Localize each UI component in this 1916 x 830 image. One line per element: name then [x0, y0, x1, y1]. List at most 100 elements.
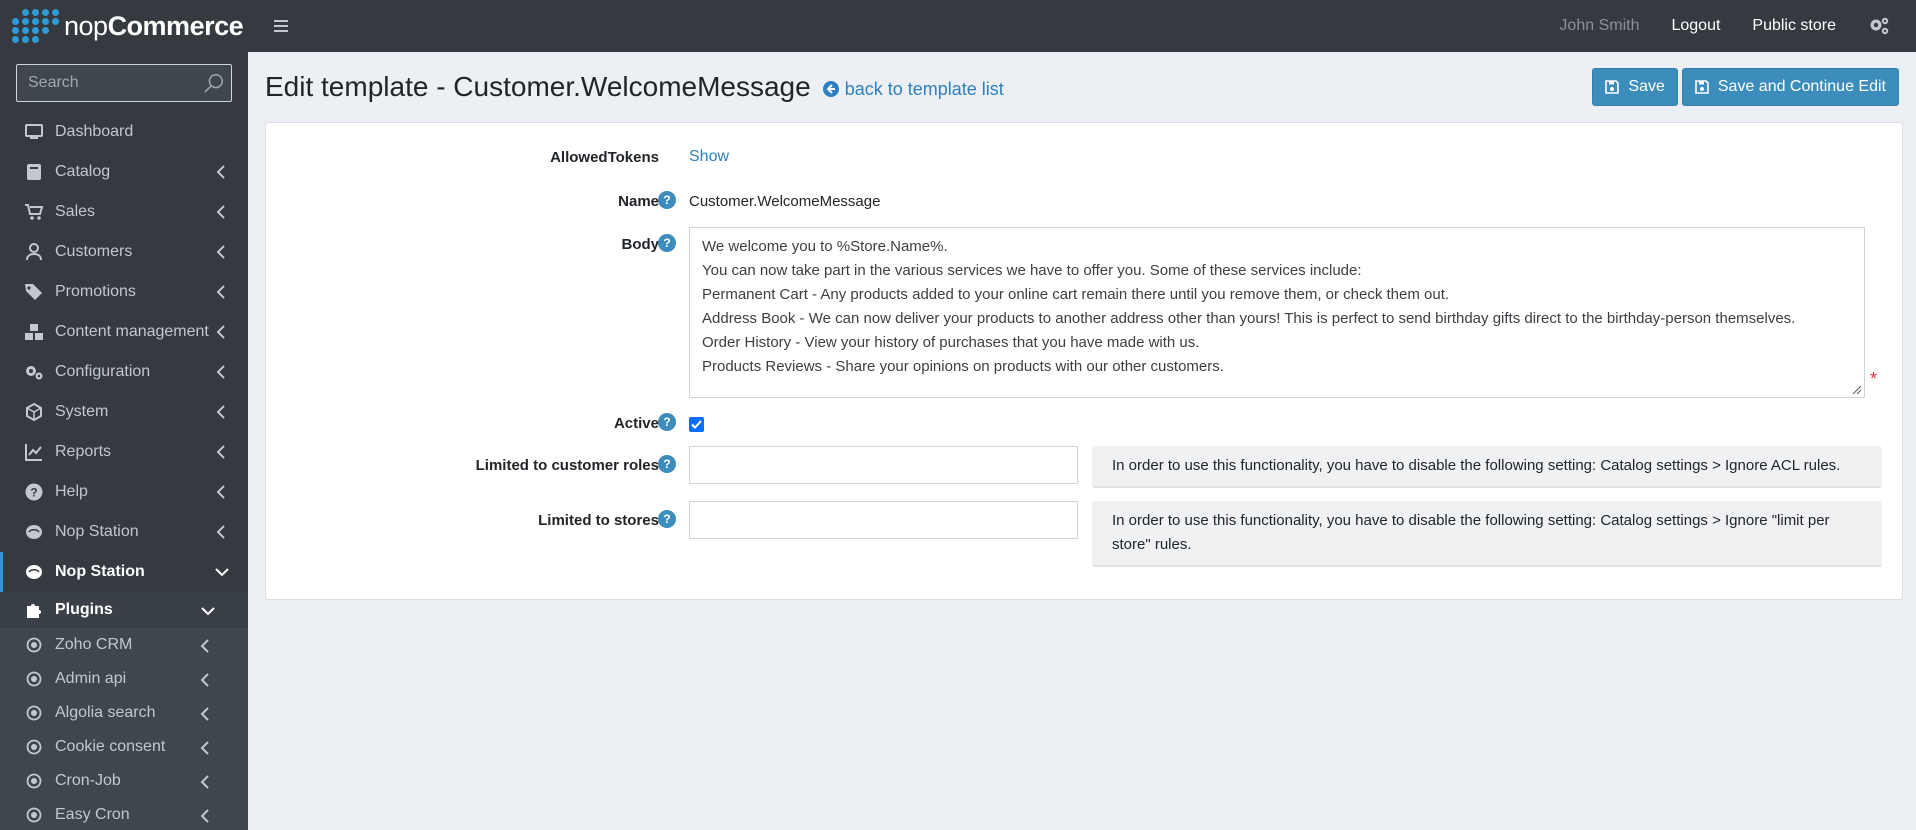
sidebar-item-promotions[interactable]: Promotions [0, 272, 248, 312]
sidebar-item-catalog[interactable]: Catalog [0, 152, 248, 192]
sidebar-item-algolia-search[interactable]: Algolia search [0, 696, 248, 730]
nopstation-icon [24, 522, 44, 542]
sidebar-item-easy-cron[interactable]: Easy Cron [0, 798, 248, 830]
sidebar-item-label: Algolia search [55, 704, 156, 721]
body-textarea[interactable]: We welcome you to %Store.Name%. You can … [689, 227, 1865, 398]
body-line: Order History - View your history of pur… [702, 334, 1200, 351]
radio-circle-icon [24, 669, 44, 689]
help-question-icon[interactable]: ? [658, 413, 676, 431]
required-asterisk: * [1870, 369, 1878, 389]
sidebar-item-admin-api[interactable]: Admin api [0, 662, 248, 696]
search-input[interactable] [17, 74, 197, 92]
sidebar-item-content-management[interactable]: Content management [0, 312, 248, 352]
sidebar-item-sales[interactable]: Sales [0, 192, 248, 232]
sidebar-item-label: System [55, 403, 109, 420]
sidebar-item-help[interactable]: ? Help [0, 472, 248, 512]
save-button[interactable]: Save [1592, 68, 1678, 106]
checkmark-icon [691, 420, 702, 429]
name-label: Name [618, 193, 659, 210]
sidebar-item-nop-station[interactable]: Nop Station [0, 512, 248, 552]
brand-name: nopCommerce [64, 10, 244, 41]
search-icon[interactable] [203, 72, 225, 94]
public-store-link[interactable]: Public store [1752, 17, 1836, 35]
chevron-left-icon [216, 325, 225, 339]
save-continue-button-label: Save and Continue Edit [1717, 78, 1886, 95]
name-value: Customer.WelcomeMessage [689, 193, 881, 210]
cube-icon [24, 402, 44, 422]
stores-select[interactable] [689, 501, 1078, 539]
sidebar-item-cookie-consent[interactable]: Cookie consent [0, 730, 248, 764]
body-line: You can now take part in the various ser… [702, 262, 1362, 279]
current-user-name: John Smith [1559, 17, 1640, 34]
tags-icon [24, 282, 44, 302]
sidebar-item-label: Content management [55, 323, 209, 340]
chevron-down-icon [201, 607, 215, 616]
chevron-left-icon [216, 245, 225, 259]
help-question-icon[interactable]: ? [658, 191, 676, 209]
cubes-icon [24, 322, 44, 342]
help-question-icon[interactable]: ? [658, 455, 676, 473]
save-button-label: Save [1628, 78, 1665, 95]
logout-link[interactable]: Logout [1671, 17, 1720, 35]
allowed-tokens-show-link[interactable]: Show [689, 148, 729, 166]
resize-grip-icon[interactable] [1850, 383, 1862, 395]
customer-roles-select[interactable] [689, 446, 1078, 484]
book-icon [24, 162, 44, 182]
sidebar-item-system[interactable]: System [0, 392, 248, 432]
body-line: Address Book - We can now deliver your p… [702, 310, 1796, 327]
help-question-icon[interactable]: ? [658, 234, 676, 252]
header-buttons: Save Save and Continue Edit [1588, 68, 1899, 106]
chevron-left-icon [200, 809, 209, 823]
stores-warning: In order to use this functionality, you … [1092, 501, 1882, 567]
chart-icon [24, 442, 44, 462]
sidebar-item-label: Customers [55, 243, 133, 260]
active-checkbox[interactable] [689, 417, 704, 432]
back-to-list-link[interactable]: back to template list [822, 78, 1004, 100]
allowed-tokens-label: AllowedTokens [550, 149, 659, 166]
sidebar-item-label: Promotions [55, 283, 136, 300]
cart-icon [24, 202, 44, 222]
brand-logo[interactable]: nopCommerce [0, 0, 248, 52]
radio-circle-icon [24, 737, 44, 757]
plugins-submenu: Zoho CRM Admin api Algolia search Cookie… [0, 628, 248, 830]
help-question-icon[interactable]: ? [658, 510, 676, 528]
sidebar-item-label: Reports [55, 443, 112, 460]
sidebar-item-customers[interactable]: Customers [0, 232, 248, 272]
chevron-left-icon [216, 405, 225, 419]
floppy-disk-icon [1695, 80, 1709, 94]
sidebar-item-plugins[interactable]: Plugins [0, 592, 248, 628]
sidebar-item-configuration[interactable]: Configuration [0, 352, 248, 392]
chevron-left-icon [216, 165, 225, 179]
customer-roles-label: Limited to customer roles [475, 457, 659, 474]
sidebar-item-label: Cookie consent [55, 738, 166, 755]
sidebar-item-label: Configuration [55, 363, 151, 380]
radio-circle-icon [24, 771, 44, 791]
puzzle-icon [24, 600, 44, 620]
sidebar-item-label: Nop Station [55, 563, 145, 580]
chevron-down-icon [215, 568, 229, 577]
chevron-left-icon [216, 445, 225, 459]
sidebar-item-label: Easy Cron [55, 806, 130, 823]
sidebar-item-label: Plugins [55, 601, 113, 618]
svg-text:?: ? [30, 486, 37, 500]
body-label: Body [621, 236, 660, 253]
chevron-left-icon [216, 205, 225, 219]
save-continue-button[interactable]: Save and Continue Edit [1681, 68, 1899, 106]
sidebar-item-nop-station-active[interactable]: Nop Station [0, 552, 248, 592]
sidebar-item-label: Admin api [55, 670, 127, 687]
logo-dots-icon [12, 7, 64, 45]
sidebar-item-zoho-crm[interactable]: Zoho CRM [0, 628, 248, 662]
top-navbar: John Smith Logout Public store [248, 0, 1916, 52]
cogs-icon[interactable] [1868, 16, 1890, 36]
sidebar-item-cron-job[interactable]: Cron-Job [0, 764, 248, 798]
content-header: Edit template - Customer.WelcomeMessage … [265, 52, 1899, 122]
top-links: John Smith Logout Public store [1559, 0, 1916, 52]
hamburger-menu-icon[interactable] [272, 17, 292, 35]
chevron-left-icon [216, 525, 225, 539]
sidebar-item-label: Nop Station [55, 523, 139, 540]
sidebar-item-reports[interactable]: Reports [0, 432, 248, 472]
back-link-label: back to template list [844, 78, 1004, 99]
floppy-disk-icon [1605, 80, 1620, 94]
radio-circle-icon [24, 805, 44, 825]
sidebar-item-dashboard[interactable]: Dashboard [0, 112, 248, 152]
